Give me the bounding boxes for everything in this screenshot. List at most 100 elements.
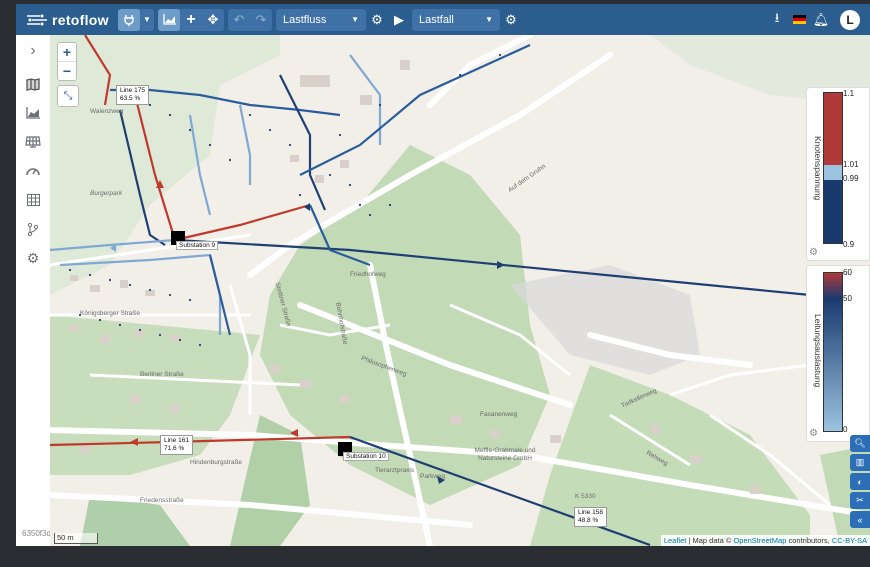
chevron-right-icon: › — [30, 42, 36, 59]
line-label[interactable]: Line 175 63.5 % — [116, 85, 149, 105]
plug-icon — [124, 14, 134, 26]
legend-settings-button[interactable]: ⚙ — [809, 428, 818, 439]
street-label: Hindenburgstraße — [190, 459, 243, 466]
move-arrows-icon: ✥ — [207, 11, 219, 27]
loading-legend: Leitungsauslastung 60 50 0 ⚙ — [806, 265, 870, 442]
map-side-toolbar: 🔍︎ ▥ ◐ ✂ « — [850, 435, 870, 530]
leaflet-link[interactable]: Leaflet — [664, 536, 687, 545]
legend-settings-button[interactable]: ⚙ — [809, 247, 818, 258]
street-label: Friedhofweg — [350, 271, 386, 278]
app-name: retoflow — [52, 11, 109, 28]
sidebar-item-map[interactable] — [16, 72, 50, 96]
osm-link[interactable]: OpenStreetMap — [733, 536, 786, 545]
redo-icon: ↷ — [255, 11, 267, 27]
plug-button[interactable] — [118, 8, 140, 31]
download-button[interactable]: ⭳ — [766, 9, 788, 31]
line-name: Line 175 — [120, 87, 145, 94]
app-logo[interactable]: retoflow — [26, 12, 114, 28]
chart-area-button[interactable] — [158, 8, 180, 31]
undo-button[interactable]: ↶ — [228, 9, 250, 31]
map-attribution: Leaflet | Map data © OpenStreetMap contr… — [660, 535, 870, 546]
legend-tick: 60 — [843, 268, 852, 277]
license-link[interactable]: CC-BY-SA — [832, 536, 867, 545]
user-tools: ⭳ 🔔︎ L — [766, 4, 870, 35]
plus-icon: + — [186, 10, 196, 28]
map-style-button[interactable]: ◐ — [850, 473, 870, 490]
case-select[interactable]: Lastfall ▼ — [412, 8, 500, 31]
legend-tick: 1.1 — [843, 89, 855, 98]
fit-bounds-button[interactable]: ⤡ — [57, 85, 79, 107]
analysis-select[interactable]: Lastfluss ▼ — [276, 8, 366, 31]
voltage-colorbar — [823, 92, 843, 244]
caret-down-icon: ▼ — [485, 15, 493, 24]
download-icon: ⭳ — [774, 9, 780, 25]
sidebar-item-dashboard[interactable] — [16, 159, 50, 183]
collapse-toolbar-button[interactable]: « — [850, 511, 870, 528]
substation-label: Substation 9 — [176, 241, 219, 250]
sidebar-item-settings[interactable]: ⚙ — [16, 246, 50, 270]
gauge-icon — [26, 168, 40, 176]
map-layers-button[interactable]: ▥ — [850, 454, 870, 471]
code-branch-icon — [27, 222, 39, 236]
poi-label: Meffle-Grabmale und Natursteine GmbH — [474, 447, 536, 462]
case-group: Lastfall ▼ ⚙ — [412, 8, 522, 31]
language-button[interactable] — [788, 9, 810, 31]
analysis-settings-button[interactable]: ⚙ — [366, 9, 388, 31]
gear-icon: ⚙ — [809, 247, 818, 258]
attribution-text: | Map data © — [686, 536, 734, 545]
legend-tick: 0.9 — [843, 240, 855, 249]
sidebar-item-solar[interactable] — [16, 130, 50, 154]
attribution-text: contributors, — [786, 536, 832, 545]
line-name: Line 158 — [578, 509, 603, 516]
analysis-group: Lastfluss ▼ ⚙ ▶ — [276, 8, 410, 31]
sidebar-item-charts[interactable] — [16, 101, 50, 125]
case-settings-button[interactable]: ⚙ — [500, 9, 522, 31]
map-cut-button[interactable]: ✂ — [850, 492, 870, 509]
case-select-value: Lastfall — [419, 13, 454, 26]
line-name: Line 161 — [164, 437, 189, 444]
area-chart-icon — [162, 14, 176, 25]
undo-icon: ↶ — [233, 11, 245, 27]
legend-tick: 0 — [843, 425, 848, 434]
line-label[interactable]: Line 158 48.8 % — [574, 507, 607, 527]
solar-panel-icon — [25, 136, 41, 148]
sidebar-item-branches[interactable] — [16, 217, 50, 241]
map-icon — [26, 77, 40, 91]
notifications-button[interactable]: 🔔︎ — [810, 9, 832, 31]
zoom-out-button[interactable]: − — [58, 62, 76, 80]
map-search-button[interactable]: 🔍︎ — [850, 435, 870, 452]
plug-dropdown-button[interactable]: ▼ — [140, 9, 154, 31]
sidebar-item-table[interactable] — [16, 188, 50, 212]
zoom-control: + − — [57, 42, 77, 81]
palette-icon: ◐ — [857, 476, 863, 487]
gear-icon: ⚙ — [809, 428, 818, 439]
top-toolbar: retoflow ▼ + ✥ ↶ ↷ Lastfluss ▼ ⚙ ▶ Lastf… — [16, 4, 870, 35]
area-chart-icon — [26, 107, 40, 119]
street-label: Berliner Straße — [140, 371, 184, 378]
map-icon: ▥ — [855, 457, 865, 467]
line-loading: 48.8 % — [578, 517, 599, 524]
double-chevron-left-icon: « — [857, 514, 863, 525]
street-label: K 5330 — [575, 493, 596, 500]
version-label: 6350f3d — [22, 529, 51, 538]
expand-sidebar-button[interactable]: › — [16, 39, 50, 63]
redo-button[interactable]: ↷ — [250, 9, 272, 31]
app-window: retoflow ▼ + ✥ ↶ ↷ Lastfluss ▼ ⚙ ▶ Lastf… — [16, 4, 870, 546]
line-label[interactable]: Line 161 71.6 % — [160, 435, 193, 455]
legend-tick: 1.01 — [843, 160, 859, 169]
zoom-in-button[interactable]: + — [58, 43, 76, 62]
add-element-button[interactable]: + — [180, 9, 202, 31]
street-label: Walenzweg — [90, 108, 124, 115]
edit-tools-group: + ✥ — [158, 8, 224, 31]
move-button[interactable]: ✥ — [202, 9, 224, 31]
legend-tick: 0.99 — [843, 174, 859, 183]
german-flag-icon — [792, 15, 806, 24]
compress-icon: ⤡ — [63, 89, 73, 102]
run-button[interactable]: ▶ — [388, 9, 410, 31]
street-label: Königsberger Straße — [80, 310, 140, 317]
map-view[interactable]: Walenzweg Burgerpark Königsberger Straße… — [50, 35, 870, 546]
user-avatar[interactable]: L — [840, 9, 860, 30]
line-loading: 71.6 % — [164, 445, 185, 452]
street-label: Friedensstraße — [140, 497, 184, 504]
scissors-icon: ✂ — [856, 495, 864, 505]
